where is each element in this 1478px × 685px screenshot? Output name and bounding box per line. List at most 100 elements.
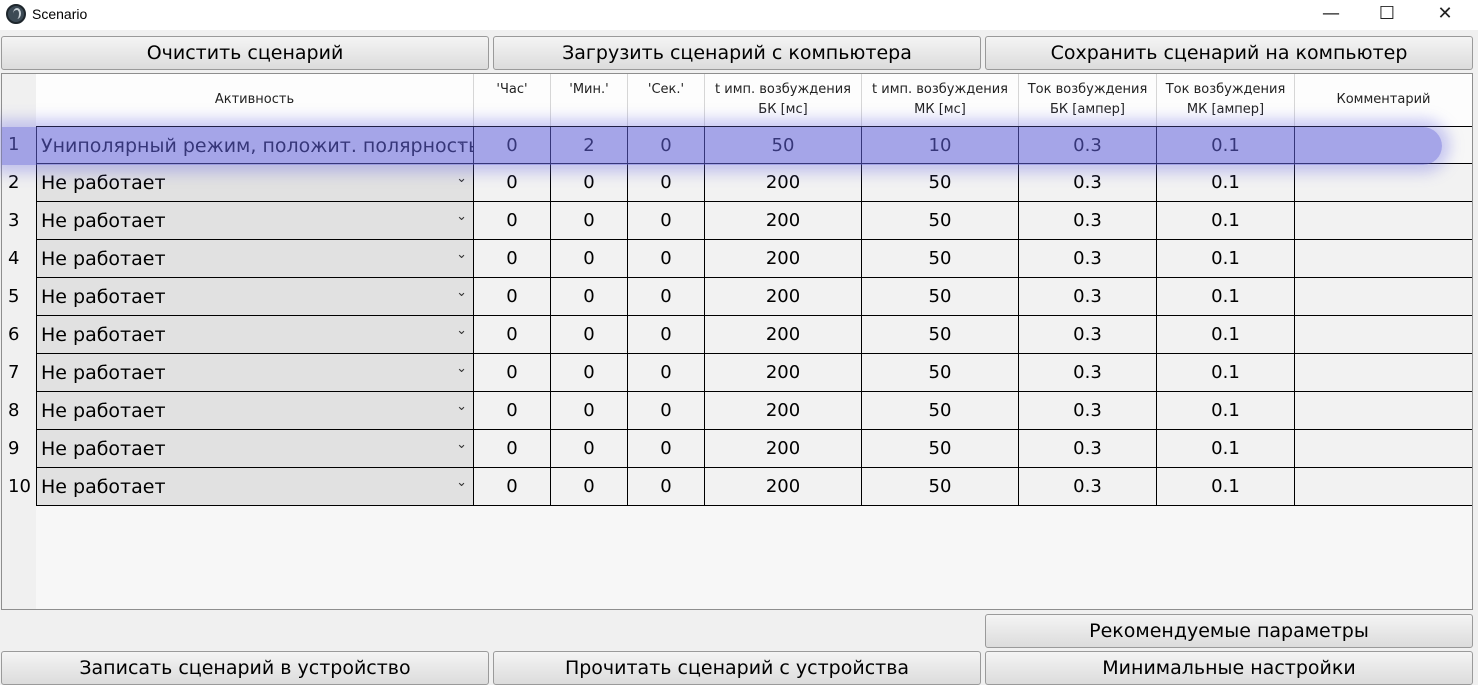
cell-i-bk[interactable]: 0.3 xyxy=(1019,430,1157,468)
cell-t-bk[interactable]: 200 xyxy=(705,354,862,392)
row-number[interactable]: 9 xyxy=(8,438,19,459)
cell-t-mk[interactable]: 50 xyxy=(862,240,1019,278)
cell-min[interactable]: 0 xyxy=(551,278,628,316)
activity-select[interactable]: Не работает ⌄ xyxy=(36,164,474,202)
activity-select[interactable]: Не работает ⌄ xyxy=(36,354,474,392)
cell-t-mk[interactable]: 50 xyxy=(862,164,1019,202)
cell-t-bk[interactable]: 50 xyxy=(705,126,862,164)
cell-sec[interactable]: 0 xyxy=(628,354,705,392)
cell-t-bk[interactable]: 200 xyxy=(705,430,862,468)
cell-min[interactable]: 0 xyxy=(551,392,628,430)
cell-t-mk[interactable]: 50 xyxy=(862,354,1019,392)
chevron-down-icon[interactable]: ⌄ xyxy=(456,278,467,312)
cell-i-bk[interactable]: 0.3 xyxy=(1019,392,1157,430)
cell-hour[interactable]: 0 xyxy=(474,392,551,430)
cell-comment[interactable] xyxy=(1295,240,1472,278)
chevron-down-icon[interactable]: ⌄ xyxy=(456,468,467,502)
cell-hour[interactable]: 0 xyxy=(474,240,551,278)
activity-select[interactable]: Не работает ⌄ xyxy=(36,430,474,468)
cell-comment[interactable] xyxy=(1295,164,1472,202)
cell-t-mk[interactable]: 10 xyxy=(862,126,1019,164)
activity-select[interactable]: Не работает ⌄ xyxy=(36,392,474,430)
cell-comment[interactable] xyxy=(1295,392,1472,430)
cell-min[interactable]: 0 xyxy=(551,468,628,506)
cell-comment[interactable] xyxy=(1295,316,1472,354)
cell-comment[interactable] xyxy=(1295,278,1472,316)
read-from-device-button[interactable]: Прочитать сценарий с устройства xyxy=(493,651,981,685)
header-i-mk[interactable]: Ток возбуждения МК [ампер] xyxy=(1157,74,1295,126)
load-scenario-button[interactable]: Загрузить сценарий с компьютера xyxy=(493,36,981,70)
cell-t-bk[interactable]: 200 xyxy=(705,316,862,354)
save-scenario-button[interactable]: Сохранить сценарий на компьютер xyxy=(985,36,1473,70)
row-number[interactable]: 4 xyxy=(8,248,19,269)
cell-i-mk[interactable]: 0.1 xyxy=(1157,354,1295,392)
cell-hour[interactable]: 0 xyxy=(474,430,551,468)
minimize-button[interactable]: — xyxy=(1302,0,1360,30)
header-sec[interactable]: 'Сек.' xyxy=(628,74,705,126)
cell-comment[interactable] xyxy=(1295,430,1472,468)
cell-t-mk[interactable]: 50 xyxy=(862,392,1019,430)
header-activity[interactable]: Активность xyxy=(36,74,474,126)
activity-select[interactable]: Не работает ⌄ xyxy=(36,468,474,506)
header-t-mk[interactable]: t имп. возбуждения МК [мс] xyxy=(862,74,1019,126)
row-number[interactable]: 8 xyxy=(8,400,19,421)
activity-select[interactable]: Не работает ⌄ xyxy=(36,278,474,316)
header-min[interactable]: 'Мин.' xyxy=(551,74,628,126)
cell-i-mk[interactable]: 0.1 xyxy=(1157,392,1295,430)
cell-i-mk[interactable]: 0.1 xyxy=(1157,278,1295,316)
clear-scenario-button[interactable]: Очистить сценарий xyxy=(1,36,489,70)
write-to-device-button[interactable]: Записать сценарий в устройство xyxy=(1,651,489,685)
cell-i-mk[interactable]: 0.1 xyxy=(1157,126,1295,164)
activity-select[interactable]: Не работает ⌄ xyxy=(36,316,474,354)
header-t-bk[interactable]: t имп. возбуждения БК [мс] xyxy=(705,74,862,126)
cell-min[interactable]: 0 xyxy=(551,202,628,240)
row-number[interactable]: 5 xyxy=(8,286,19,307)
cell-sec[interactable]: 0 xyxy=(628,430,705,468)
header-comment[interactable]: Комментарий xyxy=(1295,74,1472,126)
cell-comment[interactable] xyxy=(1295,468,1472,506)
cell-sec[interactable]: 0 xyxy=(628,164,705,202)
cell-sec[interactable]: 0 xyxy=(628,316,705,354)
cell-hour[interactable]: 0 xyxy=(474,468,551,506)
cell-i-mk[interactable]: 0.1 xyxy=(1157,430,1295,468)
cell-sec[interactable]: 0 xyxy=(628,278,705,316)
cell-i-mk[interactable]: 0.1 xyxy=(1157,240,1295,278)
cell-hour[interactable]: 0 xyxy=(474,278,551,316)
cell-i-mk[interactable]: 0.1 xyxy=(1157,164,1295,202)
row-number[interactable]: 7 xyxy=(8,362,19,383)
minimal-settings-button[interactable]: Минимальные настройки xyxy=(985,651,1473,685)
cell-i-mk[interactable]: 0.1 xyxy=(1157,202,1295,240)
cell-t-bk[interactable]: 200 xyxy=(705,202,862,240)
cell-hour[interactable]: 0 xyxy=(474,164,551,202)
cell-i-bk[interactable]: 0.3 xyxy=(1019,240,1157,278)
chevron-down-icon[interactable]: ⌄ xyxy=(456,392,467,426)
cell-i-bk[interactable]: 0.3 xyxy=(1019,202,1157,240)
cell-sec[interactable]: 0 xyxy=(628,126,705,164)
header-i-bk[interactable]: Ток возбуждения БК [ампер] xyxy=(1019,74,1157,126)
cell-i-bk[interactable]: 0.3 xyxy=(1019,126,1157,164)
chevron-down-icon[interactable]: ⌄ xyxy=(456,240,467,274)
cell-t-bk[interactable]: 200 xyxy=(705,392,862,430)
cell-min[interactable]: 0 xyxy=(551,240,628,278)
cell-t-mk[interactable]: 50 xyxy=(862,468,1019,506)
activity-select[interactable]: Униполярный режим, положит. полярность ⌄ xyxy=(36,126,474,164)
row-number[interactable]: 10 xyxy=(8,476,31,497)
cell-sec[interactable]: 0 xyxy=(628,202,705,240)
cell-min[interactable]: 0 xyxy=(551,164,628,202)
cell-hour[interactable]: 0 xyxy=(474,354,551,392)
cell-hour[interactable]: 0 xyxy=(474,202,551,240)
cell-comment[interactable] xyxy=(1295,354,1472,392)
row-number[interactable]: 2 xyxy=(8,172,19,193)
cell-t-bk[interactable]: 200 xyxy=(705,468,862,506)
cell-i-mk[interactable]: 0.1 xyxy=(1157,316,1295,354)
cell-t-mk[interactable]: 50 xyxy=(862,278,1019,316)
row-number[interactable]: 3 xyxy=(8,210,19,231)
maximize-button[interactable]: ☐ xyxy=(1358,0,1416,30)
cell-t-mk[interactable]: 50 xyxy=(862,202,1019,240)
recommended-params-button[interactable]: Рекомендуемые параметры xyxy=(985,614,1473,648)
cell-t-mk[interactable]: 50 xyxy=(862,316,1019,354)
close-button[interactable]: ✕ xyxy=(1416,0,1474,30)
chevron-down-icon[interactable]: ⌄ xyxy=(456,127,467,161)
cell-hour[interactable]: 0 xyxy=(474,126,551,164)
chevron-down-icon[interactable]: ⌄ xyxy=(456,354,467,388)
